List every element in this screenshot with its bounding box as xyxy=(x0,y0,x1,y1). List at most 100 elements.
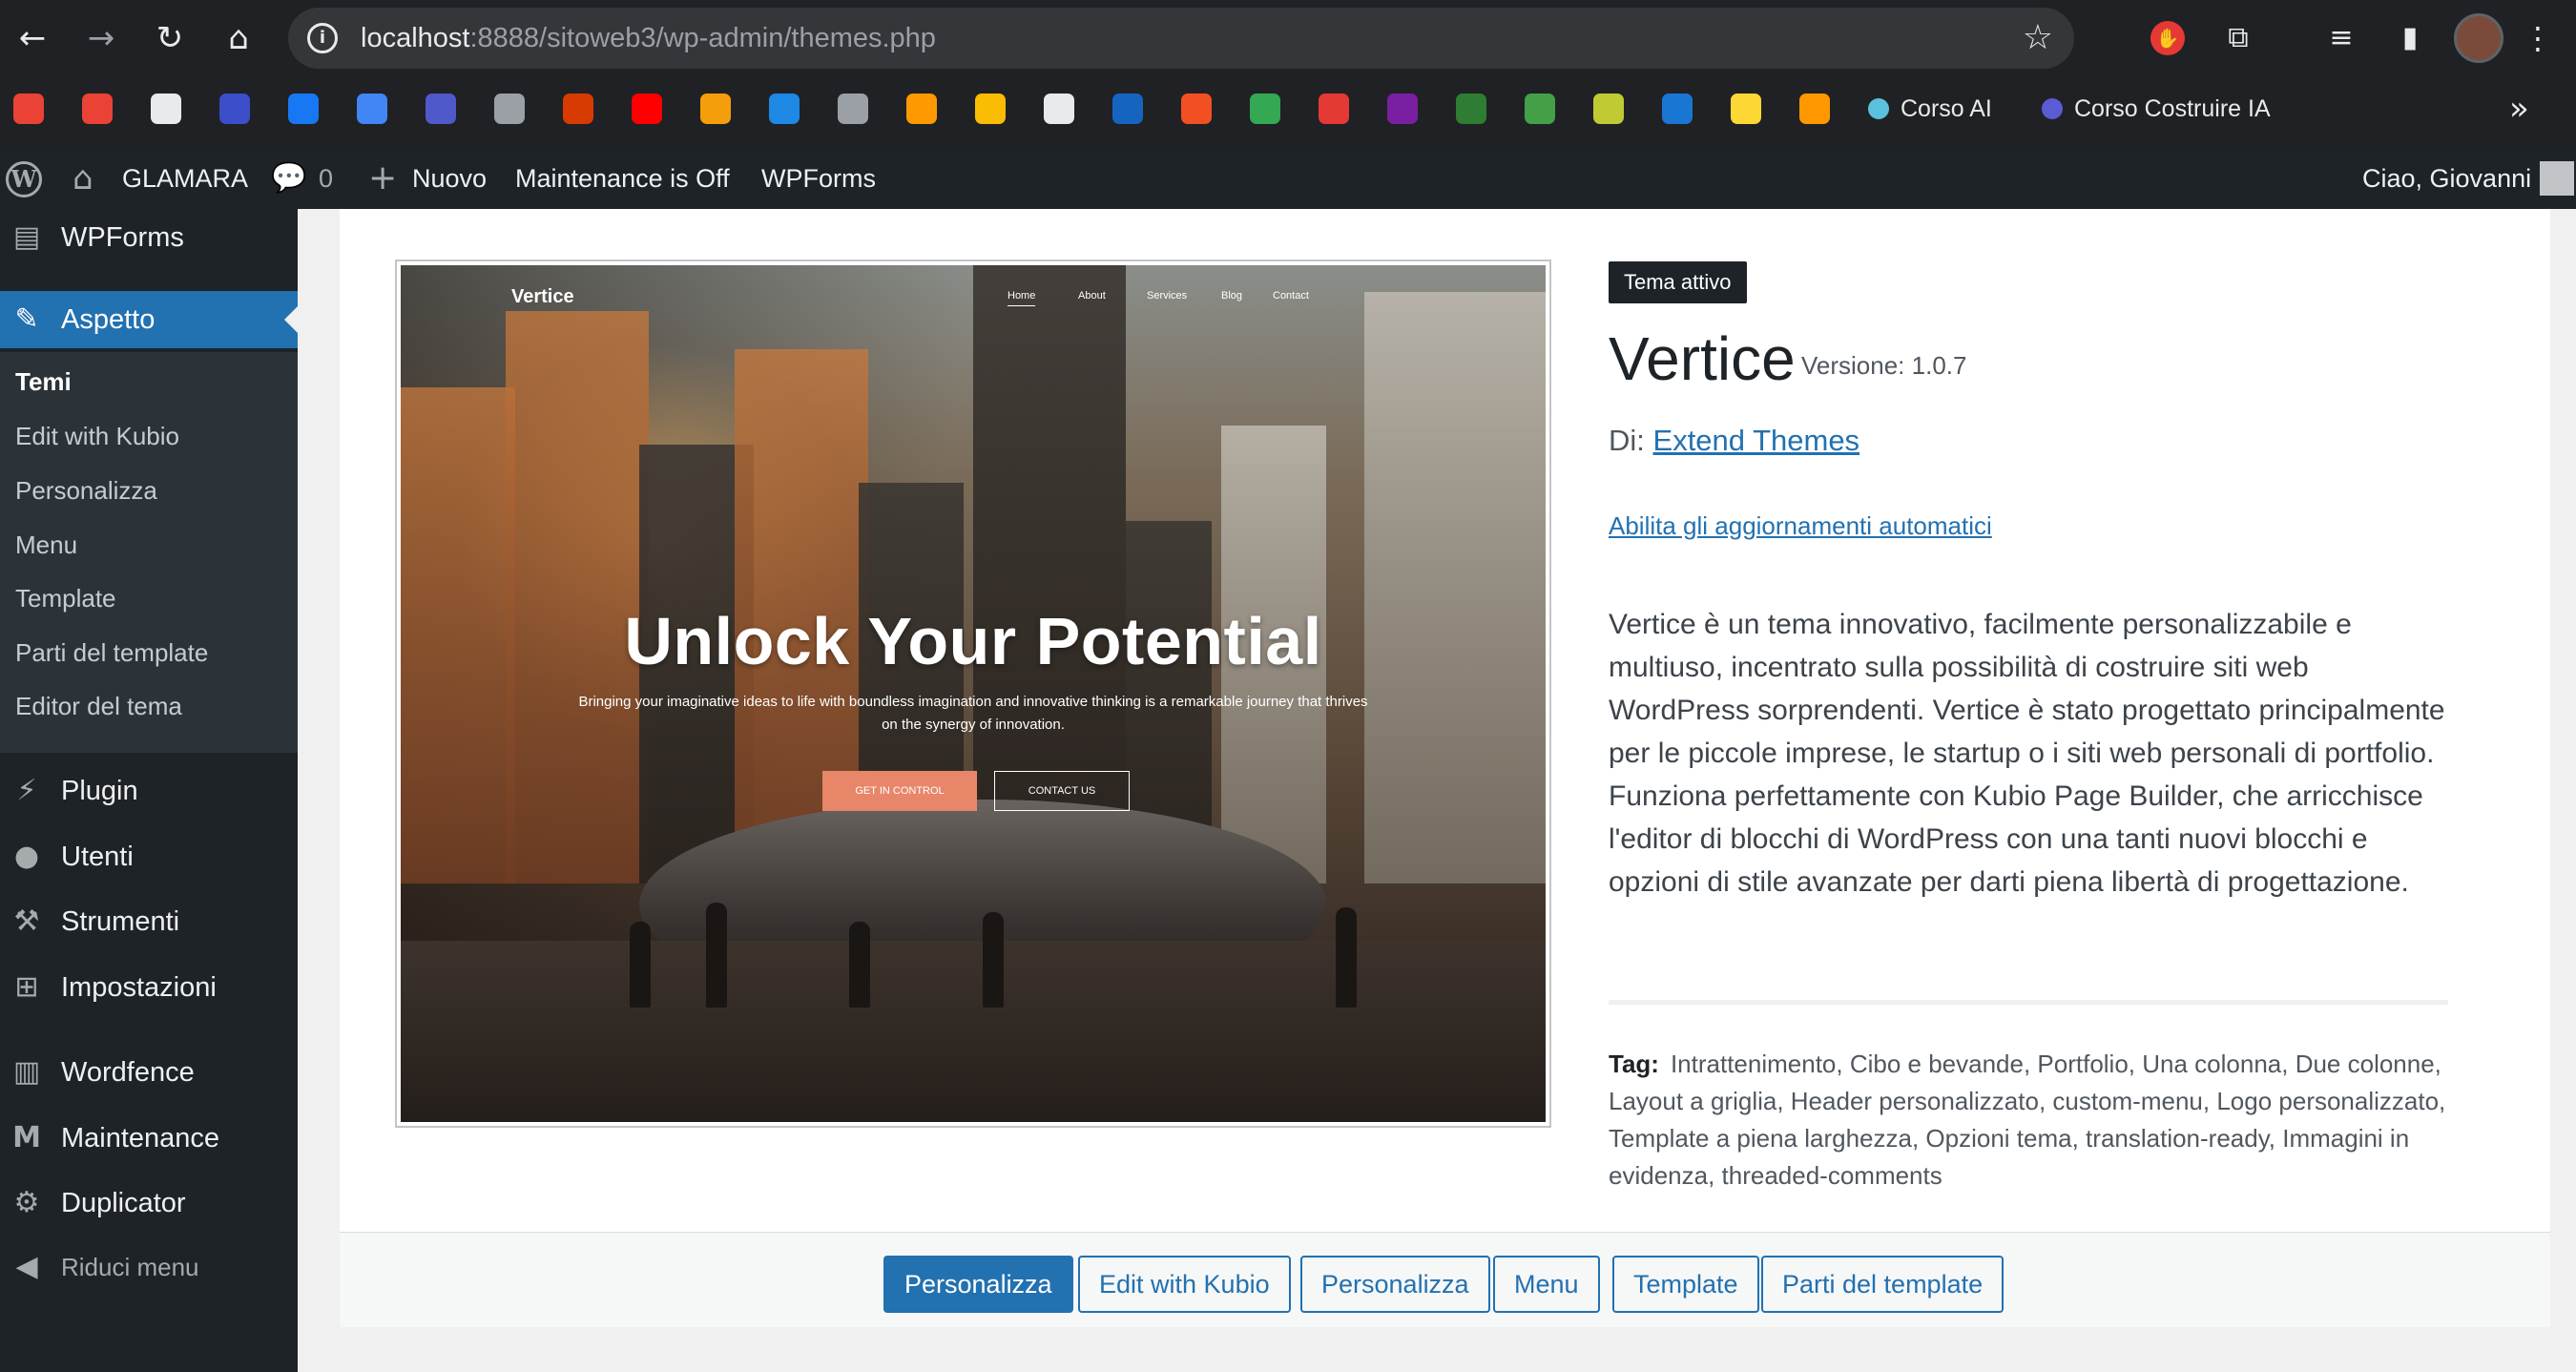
bookmark-corso-costruire-ia[interactable]: Corso Costruire IA xyxy=(2042,84,2271,134)
bookmark-favicon-icon[interactable] xyxy=(82,94,113,124)
bookmark-favicon-icon[interactable] xyxy=(494,94,525,124)
menu-plugin[interactable]: ⚡ Plugin xyxy=(0,762,298,820)
preview-nav-contact: Contact xyxy=(1273,290,1309,301)
bookmark-favicon-icon[interactable] xyxy=(288,94,319,124)
reading-list-icon[interactable]: ≡ xyxy=(2320,17,2362,59)
submenu-temi[interactable]: Temi xyxy=(15,355,72,408)
bookmark-favicon-icon[interactable] xyxy=(1525,94,1555,124)
theme-version: Versione: 1.0.7 xyxy=(1801,351,1967,380)
comments-count[interactable]: 0 xyxy=(319,148,333,209)
bookmark-favicon-icon[interactable] xyxy=(13,94,44,124)
bookmark-favicon-icon[interactable] xyxy=(563,94,593,124)
bookmark-favicon-icon[interactable] xyxy=(1387,94,1418,124)
bookmark-favicon-icon[interactable] xyxy=(838,94,868,124)
edit-with-kubio-button[interactable]: Edit with Kubio xyxy=(1078,1256,1291,1313)
site-name-link[interactable]: GLAMARA xyxy=(122,148,248,209)
bookmark-favicon-icon[interactable] xyxy=(975,94,1006,124)
address-bar[interactable]: i localhost:8888/sitoweb3/wp-admin/theme… xyxy=(288,8,2074,69)
theme-name: Vertice xyxy=(1609,324,1796,393)
divider xyxy=(1609,1000,2448,1005)
side-panel-icon[interactable]: ▮ xyxy=(2389,17,2431,59)
bookmark-favicon-icon[interactable] xyxy=(1456,94,1486,124)
menu-aspetto[interactable]: ✎ Aspetto xyxy=(0,291,298,348)
submenu-editor-del-tema[interactable]: Editor del tema xyxy=(15,679,182,733)
bookmark-favicon-icon[interactable] xyxy=(769,94,800,124)
menu-duplicator[interactable]: ⚙ Duplicator xyxy=(0,1175,298,1232)
back-arrow-icon[interactable]: ← xyxy=(11,17,53,59)
address-url[interactable]: localhost:8888/sitoweb3/wp-admin/themes.… xyxy=(361,8,936,69)
submenu-template[interactable]: Template xyxy=(15,572,116,625)
bookmark-favicon-icon[interactable] xyxy=(1181,94,1212,124)
preview-hero-title: Unlock Your Potential xyxy=(624,604,1322,678)
bookmark-favicon-icon[interactable] xyxy=(1662,94,1693,124)
customize-button[interactable]: Personalizza xyxy=(1300,1256,1490,1313)
theme-tags: Tag: Intrattenimento, Cibo e bevande, Por… xyxy=(1609,1046,2448,1195)
home-icon[interactable]: ⌂ xyxy=(218,17,260,59)
forward-arrow-icon[interactable]: → xyxy=(80,17,122,59)
maintenance-status-link[interactable]: Maintenance is Off xyxy=(515,148,730,209)
menu-label: Impostazioni xyxy=(61,972,217,1003)
user-avatar[interactable] xyxy=(2540,161,2574,196)
bookmarks-overflow-icon[interactable]: » xyxy=(2509,84,2529,134)
menu-button[interactable]: Menu xyxy=(1493,1256,1600,1313)
preview-nav-about: About xyxy=(1078,290,1106,301)
submenu-menu[interactable]: Menu xyxy=(15,518,77,572)
bookmark-favicon-icon[interactable] xyxy=(1250,94,1280,124)
bookmark-favicon-icon[interactable] xyxy=(1731,94,1761,124)
bookmark-dot-icon xyxy=(2042,98,2063,119)
menu-strumenti[interactable]: ⚒ Strumenti xyxy=(0,893,298,950)
template-button[interactable]: Template xyxy=(1612,1256,1759,1313)
submenu-parti-del-template[interactable]: Parti del template xyxy=(15,626,208,679)
submenu-edit-with-kubio[interactable]: Edit with Kubio xyxy=(15,409,179,463)
reload-icon[interactable]: ↻ xyxy=(149,17,191,59)
building xyxy=(1364,292,1546,883)
bookmark-favicon-icon[interactable] xyxy=(219,94,250,124)
preview-hero-subtitle: Bringing your imaginative ideas to life … xyxy=(578,694,1368,733)
bookmark-favicon-icon[interactable] xyxy=(357,94,387,124)
bookmark-favicon-icon[interactable] xyxy=(632,94,662,124)
bookmark-favicon-icon[interactable] xyxy=(906,94,937,124)
bookmark-favicon-icon[interactable] xyxy=(1593,94,1624,124)
wordpress-logo-icon[interactable]: W xyxy=(6,161,42,197)
menu-wpforms[interactable]: ▤ WPForms xyxy=(0,209,298,266)
bookmark-favicon-icon[interactable] xyxy=(700,94,731,124)
bookmarks-bar: Corso AI Corso Costruire IA » xyxy=(0,84,2576,134)
chrome-menu-icon[interactable]: ⋮ xyxy=(2519,17,2557,59)
bookmark-star-icon[interactable]: ☆ xyxy=(2023,17,2053,59)
bookmark-favicon-icon[interactable] xyxy=(151,94,181,124)
author-link[interactable]: Extend Themes xyxy=(1653,424,1860,457)
theme-screenshot: Vertice Home About Services Blog Contact… xyxy=(395,260,1551,1128)
new-content-link[interactable]: Nuovo xyxy=(412,148,487,209)
duplicator-gear-icon: ⚙ xyxy=(13,1186,40,1219)
preview-nav-home: Home xyxy=(1008,290,1036,306)
site-info-icon[interactable]: i xyxy=(307,23,338,53)
profile-avatar[interactable] xyxy=(2454,13,2503,63)
person-silhouette xyxy=(983,912,1004,1008)
user-greeting[interactable]: Ciao, Giovanni xyxy=(2362,148,2531,209)
extension-stop-icon[interactable]: ✋ xyxy=(2150,21,2185,55)
bookmark-favicon-icon[interactable] xyxy=(1799,94,1830,124)
submenu-personalizza[interactable]: Personalizza xyxy=(15,464,157,517)
plaza xyxy=(401,941,1546,1122)
enable-auto-updates-link[interactable]: Abilita gli aggiornamenti automatici xyxy=(1609,511,1992,541)
bookmark-favicon-icon[interactable] xyxy=(426,94,456,124)
person-silhouette xyxy=(630,922,651,1008)
customize-primary-button[interactable]: Personalizza xyxy=(883,1256,1073,1313)
browser-chrome: ← → ↻ ⌂ i localhost:8888/sitoweb3/wp-adm… xyxy=(0,0,2576,148)
template-parts-button[interactable]: Parti del template xyxy=(1761,1256,2005,1313)
menu-maintenance[interactable]: M Maintenance xyxy=(0,1110,298,1167)
wrench-icon: ⚒ xyxy=(13,904,40,938)
menu-utenti[interactable]: ● Utenti xyxy=(0,828,298,885)
comment-icon[interactable]: 💬 xyxy=(271,148,306,209)
theme-description: Vertice è un tema innovativo, facilmente… xyxy=(1609,609,2445,898)
bookmark-corso-ai[interactable]: Corso AI xyxy=(1868,84,1992,134)
menu-impostazioni[interactable]: ⊞ Impostazioni xyxy=(0,959,298,1016)
wpforms-link[interactable]: WPForms xyxy=(761,148,876,209)
bookmark-favicon-icon[interactable] xyxy=(1319,94,1349,124)
building xyxy=(506,311,649,883)
menu-collapse[interactable]: ◀ Riduci menu xyxy=(0,1238,298,1296)
extensions-puzzle-icon[interactable]: ⧉ xyxy=(2217,17,2259,59)
bookmark-favicon-icon[interactable] xyxy=(1044,94,1074,124)
menu-wordfence[interactable]: ▥ Wordfence xyxy=(0,1044,298,1101)
bookmark-favicon-icon[interactable] xyxy=(1112,94,1143,124)
